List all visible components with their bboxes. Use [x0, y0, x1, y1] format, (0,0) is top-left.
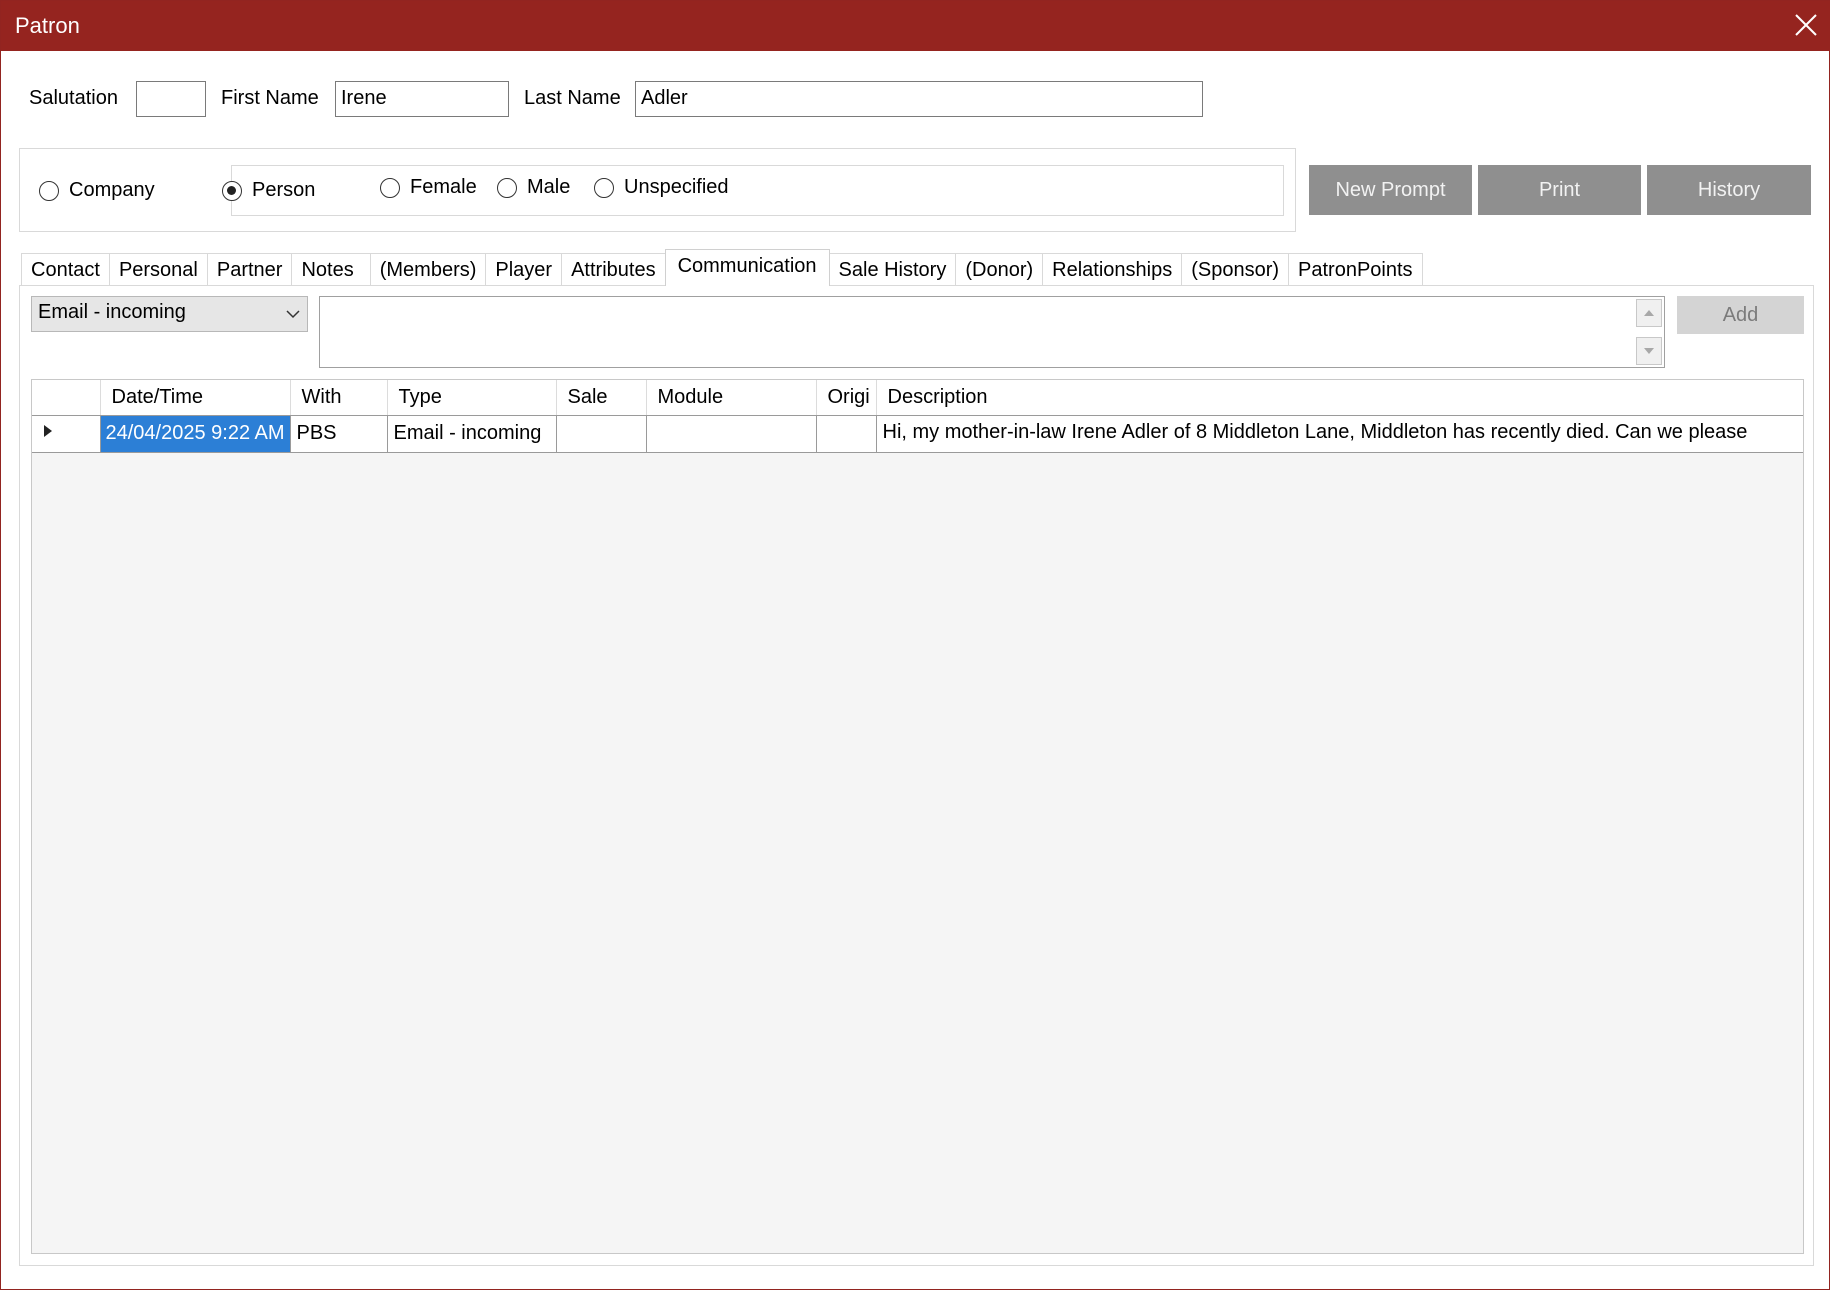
cell-module[interactable]: [646, 415, 817, 453]
male-radio-circle: [497, 177, 517, 198]
current-row-arrow-icon: [44, 425, 52, 437]
scroll-up-icon: [1644, 310, 1654, 316]
first-name-label: First Name: [221, 87, 319, 109]
window-title: Patron: [15, 13, 80, 38]
tab-notes[interactable]: Notes: [291, 253, 371, 286]
tab-sponsor[interactable]: (Sponsor): [1181, 253, 1290, 286]
column-header-sale[interactable]: Sale: [556, 380, 647, 416]
person-radio-circle: [222, 180, 242, 201]
column-header-origin[interactable]: Origi: [816, 380, 877, 416]
communication-note-input[interactable]: [319, 296, 1665, 368]
salutation-field[interactable]: [136, 81, 206, 117]
history-button[interactable]: History: [1647, 165, 1811, 215]
unspecified-radio[interactable]: Unspecified: [594, 176, 729, 199]
tab-personal[interactable]: Personal: [108, 253, 208, 286]
tab-strip: Contact Personal Partner Notes (Members)…: [21, 249, 1423, 286]
communications-table: Date/Time With Type Sale Module Origi De…: [32, 380, 1803, 453]
add-button[interactable]: Add: [1677, 296, 1804, 334]
cell-origin[interactable]: [816, 415, 877, 453]
unspecified-radio-label: Unspecified: [624, 176, 729, 198]
cell-with[interactable]: PBS: [290, 415, 388, 453]
close-button[interactable]: [1785, 5, 1827, 47]
tab-sale-history[interactable]: Sale History: [828, 253, 957, 286]
person-radio[interactable]: Person: [222, 179, 315, 202]
communication-type-dropdown[interactable]: Email - incoming: [31, 296, 308, 332]
tab-patronpoints[interactable]: PatronPoints: [1288, 253, 1423, 286]
female-radio-circle: [380, 177, 400, 198]
close-icon: [1795, 14, 1817, 36]
tab-relationships[interactable]: Relationships: [1042, 253, 1183, 286]
female-radio-label: Female: [410, 176, 477, 198]
row-selector[interactable]: [32, 415, 101, 453]
column-header-description[interactable]: Description: [876, 380, 1803, 416]
patron-window: Patron Salutation First Name Irene Last …: [0, 0, 1830, 1290]
last-name-field[interactable]: Adler: [635, 81, 1203, 117]
female-radio[interactable]: Female: [380, 176, 477, 199]
salutation-label: Salutation: [29, 87, 118, 109]
cell-sale[interactable]: [556, 415, 647, 453]
person-radio-label: Person: [252, 179, 316, 201]
male-radio-label: Male: [527, 176, 571, 198]
company-radio-circle: [39, 180, 59, 201]
scroll-up-button[interactable]: [1636, 299, 1662, 327]
company-radio-label: Company: [69, 179, 155, 201]
tab-partner[interactable]: Partner: [206, 253, 293, 286]
column-header-module[interactable]: Module: [646, 380, 817, 416]
row-header-corner: [32, 380, 101, 416]
cell-description[interactable]: Hi, my mother-in-law Irene Adler of 8 Mi…: [876, 415, 1803, 453]
tab-communication[interactable]: Communication: [664, 249, 830, 286]
new-prompt-button[interactable]: New Prompt: [1309, 165, 1472, 215]
first-name-field[interactable]: Irene: [335, 81, 509, 117]
communications-grid: Date/Time With Type Sale Module Origi De…: [31, 379, 1804, 1254]
cell-datetime[interactable]: 24/04/2025 9:22 AM: [100, 415, 291, 453]
column-header-type[interactable]: Type: [387, 380, 557, 416]
scroll-down-icon: [1644, 348, 1654, 354]
last-name-label: Last Name: [524, 87, 621, 109]
tab-donor[interactable]: (Donor): [955, 253, 1044, 286]
column-header-with[interactable]: With: [290, 380, 388, 416]
chevron-down-icon: [285, 305, 301, 328]
column-header-datetime[interactable]: Date/Time: [100, 380, 291, 416]
title-bar: Patron: [1, 1, 1830, 51]
communication-type-value: Email - incoming: [38, 301, 186, 323]
company-radio[interactable]: Company: [39, 179, 155, 202]
table-row[interactable]: 24/04/2025 9:22 AM PBS Email - incoming …: [32, 415, 1803, 453]
tab-attributes[interactable]: Attributes: [561, 253, 666, 286]
cell-type[interactable]: Email - incoming: [387, 415, 557, 453]
grid-header-row: Date/Time With Type Sale Module Origi De…: [32, 380, 1803, 416]
print-button[interactable]: Print: [1478, 165, 1641, 215]
male-radio[interactable]: Male: [497, 176, 570, 199]
tab-members[interactable]: (Members): [369, 253, 487, 286]
unspecified-radio-circle: [594, 177, 614, 198]
tab-player[interactable]: Player: [485, 253, 563, 286]
scroll-down-button[interactable]: [1636, 337, 1662, 365]
tab-contact[interactable]: Contact: [21, 253, 110, 286]
